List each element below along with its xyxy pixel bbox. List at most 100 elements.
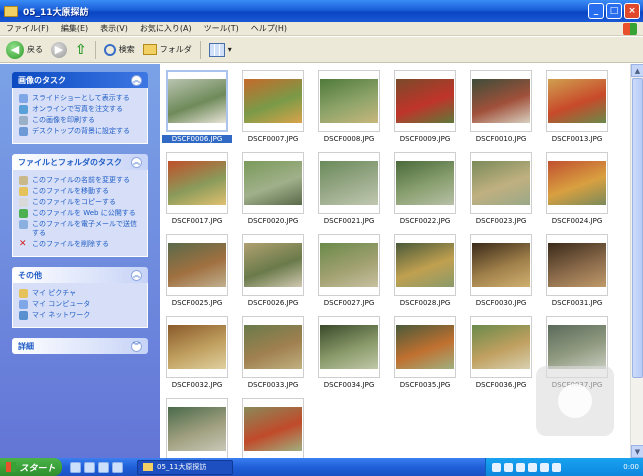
- search-button[interactable]: 検索: [103, 43, 135, 56]
- task-delete[interactable]: ✕ このファイルを削除する: [19, 240, 141, 249]
- tray-icon[interactable]: [504, 462, 513, 472]
- tray-icon[interactable]: [492, 462, 501, 472]
- desktop-icon[interactable]: [112, 461, 123, 473]
- task-slideshow[interactable]: スライドショーとして表示する: [19, 94, 141, 103]
- thumbnail-item[interactable]: DSCF0033.JPG: [238, 316, 308, 389]
- vertical-scrollbar[interactable]: ▲ ▼: [630, 64, 643, 458]
- thumbnail-frame: [394, 152, 456, 214]
- thumbnail-item[interactable]: DSCF0013.JPG: [542, 70, 612, 143]
- thumbnail-item[interactable]: DSCF0028.JPG: [390, 234, 460, 307]
- menu-help[interactable]: ヘルプ(H): [251, 23, 287, 34]
- thumbnail-item[interactable]: DSCF0020.JPG: [238, 152, 308, 225]
- task-move[interactable]: このファイルを移動する: [19, 187, 141, 196]
- photo-thumbnail: [168, 243, 226, 287]
- thumbnail-item[interactable]: DSCF0009.JPG: [390, 70, 460, 143]
- thumbnail-item[interactable]: DSCF0032.JPG: [162, 316, 232, 389]
- thumbnail-item[interactable]: DSCF0038.JPG: [162, 398, 232, 458]
- file-name: DSCF0027.JPG: [323, 299, 375, 307]
- task-copy[interactable]: このファイルをコピーする: [19, 198, 141, 207]
- collapse-icon[interactable]: ︽: [131, 74, 142, 86]
- link-my-pictures[interactable]: マイ ピクチャ: [19, 289, 141, 298]
- panel-header[interactable]: ファイルとフォルダのタスク ︽: [12, 154, 148, 170]
- menu-file[interactable]: ファイル(F): [6, 23, 49, 34]
- panel-details: 詳細 ︾: [12, 338, 148, 354]
- task-print[interactable]: この画像を印刷する: [19, 116, 141, 125]
- thumbnail-item[interactable]: DSCF0027.JPG: [314, 234, 384, 307]
- computer-icon: [19, 300, 28, 309]
- thumbnail-item[interactable]: DSCF0025.JPG: [162, 234, 232, 307]
- menu-view[interactable]: 表示(V): [100, 23, 128, 34]
- collapse-icon[interactable]: ︽: [131, 269, 142, 281]
- thumbnail-item[interactable]: DSCF0008.JPG: [314, 70, 384, 143]
- task-publish[interactable]: このファイルを Web に公開する: [19, 209, 141, 218]
- scroll-up-button[interactable]: ▲: [631, 64, 643, 77]
- collapse-icon[interactable]: ︽: [131, 156, 142, 168]
- link-my-network[interactable]: マイ ネットワーク: [19, 311, 141, 320]
- folders-button[interactable]: フォルダ: [142, 44, 192, 55]
- panel-header[interactable]: 画像のタスク ︽: [12, 72, 148, 88]
- task-pane: 画像のタスク ︽ スライドショーとして表示する オンラインで写真を注文する この…: [0, 64, 160, 458]
- views-button[interactable]: ▾: [208, 42, 232, 57]
- file-name: DSCF0021.JPG: [323, 217, 375, 225]
- forward-button[interactable]: ▶: [51, 41, 67, 58]
- start-button[interactable]: スタート: [0, 458, 62, 476]
- mail-icon[interactable]: [84, 461, 95, 473]
- scroll-thumb[interactable]: [632, 78, 643, 378]
- thumbnail-item[interactable]: DSCF0034.JPG: [314, 316, 384, 389]
- menu-edit[interactable]: 編集(E): [61, 23, 88, 34]
- tray-icon[interactable]: [540, 462, 549, 472]
- panel-header[interactable]: その他 ︽: [12, 267, 148, 283]
- tray-icon[interactable]: [552, 462, 561, 472]
- file-name: DSCF0009.JPG: [399, 135, 451, 143]
- thumbnail-item[interactable]: DSCF0023.JPG: [466, 152, 536, 225]
- media-icon[interactable]: [98, 461, 109, 473]
- thumbnail-item[interactable]: DSCF0039.JPG: [238, 398, 308, 458]
- menu-favorites[interactable]: お気に入り(A): [140, 23, 192, 34]
- thumbnail-item[interactable]: DSCF0010.JPG: [466, 70, 536, 143]
- browser-icon[interactable]: [70, 461, 81, 473]
- thumbnail-item[interactable]: DSCF0007.JPG: [238, 70, 308, 143]
- thumbnail-item[interactable]: DSCF0031.JPG: [542, 234, 612, 307]
- scroll-down-button[interactable]: ▼: [631, 445, 643, 458]
- desktop-icon: [19, 127, 28, 136]
- thumbnail-item[interactable]: DSCF0017.JPG: [162, 152, 232, 225]
- task-label: このファイルを Web に公開する: [32, 209, 136, 217]
- maximize-button[interactable]: □: [606, 3, 622, 19]
- up-folder-button[interactable]: ⇧: [75, 42, 87, 58]
- thumbnail-item[interactable]: DSCF0024.JPG: [542, 152, 612, 225]
- thumbnail-item[interactable]: DSCF0026.JPG: [238, 234, 308, 307]
- back-button[interactable]: ◀ 戻る: [6, 40, 43, 59]
- taskbar-window-button[interactable]: 05_11大原探訪: [137, 459, 233, 475]
- photo-thumbnail: [168, 79, 226, 123]
- task-email[interactable]: このファイルを電子メールで送信する: [19, 220, 141, 238]
- tray-icon[interactable]: [528, 462, 537, 472]
- link-my-computer[interactable]: マイ コンピュータ: [19, 300, 141, 309]
- menu-tools[interactable]: ツール(T): [204, 23, 239, 34]
- mail-icon: [19, 220, 28, 229]
- thumbnail-item[interactable]: DSCF0036.JPG: [466, 316, 536, 389]
- photo-thumbnail: [548, 243, 606, 287]
- thumbnail-item[interactable]: DSCF0035.JPG: [390, 316, 460, 389]
- task-order-prints[interactable]: オンラインで写真を注文する: [19, 105, 141, 114]
- network-icon: [19, 311, 28, 320]
- expand-icon[interactable]: ︾: [131, 340, 142, 352]
- file-name: DSCF0028.JPG: [399, 299, 451, 307]
- thumbnail-item[interactable]: DSCF0022.JPG: [390, 152, 460, 225]
- task-label: このファイルをコピーする: [32, 198, 116, 206]
- tray-icon[interactable]: [516, 462, 525, 472]
- minimize-button[interactable]: _: [588, 3, 604, 19]
- photo-thumbnail: [396, 325, 454, 369]
- system-tray: 0:00: [485, 458, 643, 476]
- printer-icon: [19, 116, 28, 125]
- title-bar[interactable]: 05_11大原探訪 _ □ ×: [0, 0, 643, 22]
- task-set-background[interactable]: デスクトップの背景に設定する: [19, 127, 141, 136]
- panel-header[interactable]: 詳細 ︾: [12, 338, 148, 354]
- thumbnail-item[interactable]: DSCF0021.JPG: [314, 152, 384, 225]
- thumbnail-item[interactable]: DSCF0006.JPG: [162, 70, 232, 143]
- task-label: マイ ネットワーク: [32, 311, 91, 319]
- thumbnail-item[interactable]: DSCF0030.JPG: [466, 234, 536, 307]
- close-button[interactable]: ×: [624, 3, 640, 19]
- back-label: 戻る: [27, 45, 43, 54]
- thumbnail-frame: [242, 234, 304, 296]
- task-rename[interactable]: このファイルの名前を変更する: [19, 176, 141, 185]
